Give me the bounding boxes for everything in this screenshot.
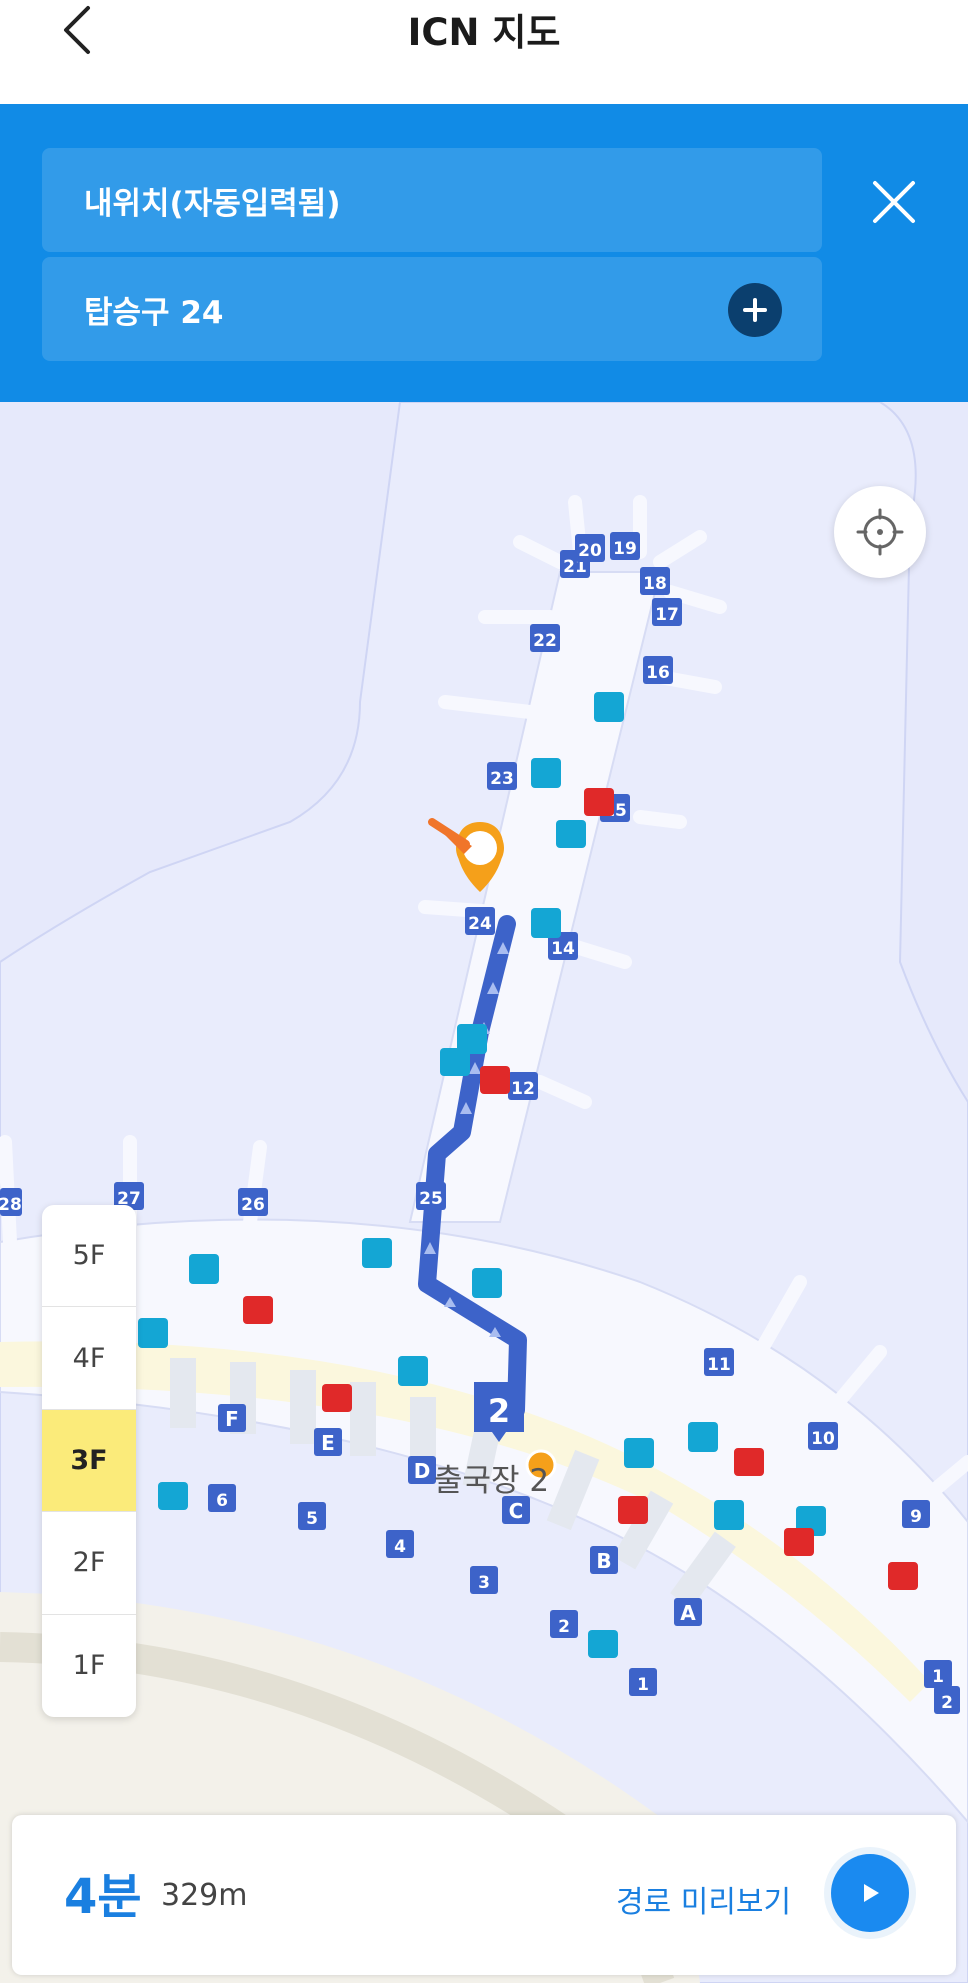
svg-text:D: D [414, 1459, 431, 1483]
svg-text:F: F [225, 1407, 239, 1431]
svg-text:3: 3 [478, 1573, 490, 1593]
destination-field[interactable]: 탑승구 24 [42, 257, 822, 361]
destination-value: 탑승구 24 [84, 294, 224, 331]
crosshair-icon [856, 508, 904, 556]
restroom-icon [714, 1500, 744, 1530]
svg-text:E: E [321, 1431, 335, 1455]
restroom-icon [688, 1422, 718, 1452]
departure-area-label: 출국장 2 [434, 1463, 550, 1499]
svg-text:5: 5 [306, 1509, 318, 1529]
svg-text:9: 9 [910, 1507, 922, 1527]
close-icon [873, 181, 915, 223]
svg-text:4: 4 [394, 1537, 406, 1557]
svg-text:28: 28 [0, 1195, 22, 1215]
svg-text:16: 16 [646, 663, 670, 683]
smoking-room-icon [556, 820, 586, 848]
medical-icon [734, 1448, 764, 1476]
svg-text:1: 1 [932, 1667, 944, 1687]
svg-text:2: 2 [558, 1617, 570, 1637]
svg-text:19: 19 [613, 539, 637, 559]
medical-icon [322, 1384, 352, 1412]
restroom-icon [531, 908, 561, 938]
route-summary-bar: 4분 329m 경로 미리보기 [12, 1815, 956, 1975]
app-header: ICN 지도 [0, 0, 968, 104]
svg-text:1: 1 [637, 1675, 649, 1695]
restroom-icon [189, 1254, 219, 1284]
smoking-room-icon [440, 1048, 470, 1076]
play-button-inner [831, 1854, 909, 1932]
floor-4f-button[interactable]: 4F [42, 1307, 136, 1410]
locate-me-button[interactable] [834, 486, 926, 578]
map-canvas: 21 20 19 18 17 22 16 23 15 24 14 12 25 2… [0, 402, 968, 1983]
svg-text:18: 18 [643, 574, 667, 594]
route-panel: 내위치(자동입력됨) 탑승구 24 [0, 104, 968, 402]
medical-icon [618, 1496, 648, 1524]
restroom-icon [398, 1356, 428, 1386]
add-waypoint-button[interactable] [728, 283, 782, 337]
medical-icon [784, 1528, 814, 1556]
floor-selector: 5F 4F 3F 2F 1F [42, 1205, 136, 1717]
floor-1f-button[interactable]: 1F [42, 1615, 136, 1717]
origin-field[interactable]: 내위치(자동입력됨) [42, 148, 822, 252]
medical-icon [584, 788, 614, 816]
medical-icon [888, 1562, 918, 1590]
plus-icon [743, 298, 767, 322]
svg-text:25: 25 [419, 1189, 443, 1209]
svg-text:11: 11 [707, 1355, 731, 1375]
restroom-icon [472, 1268, 502, 1298]
departure-area-number: 2 [488, 1392, 510, 1430]
svg-text:23: 23 [490, 769, 514, 789]
svg-text:10: 10 [811, 1429, 835, 1449]
svg-text:12: 12 [511, 1079, 535, 1099]
smoking-room-icon [158, 1482, 188, 1510]
svg-text:6: 6 [216, 1491, 228, 1511]
svg-text:14: 14 [551, 939, 575, 959]
terminal-map[interactable]: 21 20 19 18 17 22 16 23 15 24 14 12 25 2… [0, 402, 968, 1983]
medical-icon [480, 1066, 510, 1094]
medical-icon [243, 1296, 273, 1324]
travel-time: 4분 [64, 1869, 142, 1925]
svg-text:B: B [596, 1549, 611, 1573]
route-preview-label[interactable]: 경로 미리보기 [616, 1877, 791, 1921]
restroom-icon [531, 758, 561, 788]
restroom-icon [138, 1318, 168, 1348]
smoking-room-icon [588, 1630, 618, 1658]
close-button[interactable] [866, 174, 922, 230]
svg-text:24: 24 [468, 914, 492, 934]
svg-text:17: 17 [655, 605, 679, 625]
floor-5f-button[interactable]: 5F [42, 1205, 136, 1308]
floor-3f-button[interactable]: 3F [42, 1409, 136, 1513]
svg-text:20: 20 [578, 541, 602, 561]
restroom-icon [624, 1438, 654, 1468]
floor-2f-button[interactable]: 2F [42, 1512, 136, 1615]
svg-text:C: C [509, 1499, 524, 1523]
svg-text:A: A [680, 1601, 696, 1625]
restroom-icon [594, 692, 624, 722]
restroom-icon [362, 1238, 392, 1268]
svg-text:2: 2 [941, 1693, 953, 1713]
route-preview-button[interactable] [824, 1847, 916, 1939]
play-icon [864, 1884, 879, 1902]
page-title: ICN 지도 [407, 11, 561, 54]
svg-text:26: 26 [241, 1195, 265, 1215]
svg-text:22: 22 [533, 631, 557, 651]
origin-value: 내위치(자동입력됨) [84, 185, 341, 222]
travel-distance: 329m [161, 1878, 248, 1913]
